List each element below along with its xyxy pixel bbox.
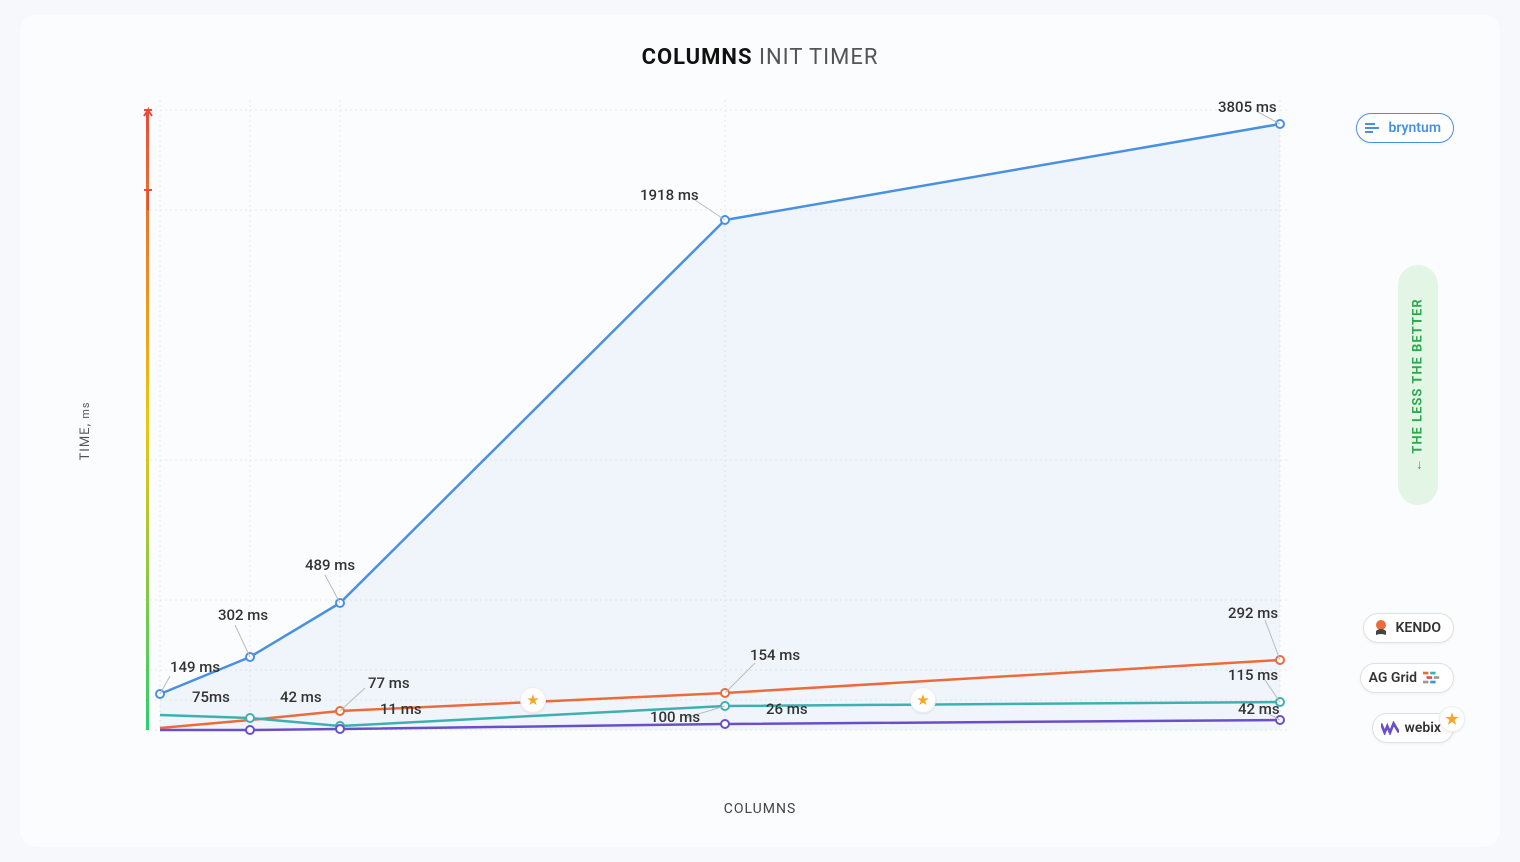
y-axis-label-main: TIME, — [78, 423, 93, 461]
xtick-10: 10 — [151, 737, 169, 740]
legend-label-aggrid: AG Grid — [1369, 670, 1417, 686]
star-icon: ★ — [910, 687, 936, 713]
xtick-50: 50 — [241, 737, 259, 740]
xtick-500: 500 — [712, 737, 739, 740]
title-rest: INIT TIMER — [759, 45, 878, 70]
webix-logo-icon — [1381, 719, 1399, 737]
chart-title: COLUMNS INIT TIMER — [20, 45, 1500, 70]
label-b50: 302 ms — [218, 606, 268, 624]
label-a11: 11 ms — [380, 700, 422, 718]
kendo-logo-icon — [1372, 619, 1390, 637]
legend-label-bryntum: bryntum — [1389, 120, 1442, 136]
legend-label-webix: webix — [1405, 720, 1441, 736]
legend-item-webix[interactable]: webix ★ — [1372, 713, 1454, 743]
label-b10: 149 ms — [170, 658, 220, 676]
label-a500: 100 ms — [650, 708, 700, 726]
chart-plot: 149 ms 302 ms 489 ms 1918 ms 3805 ms 77 … — [130, 100, 1310, 740]
xtick-1000: 1000 — [1262, 737, 1298, 740]
label-a50: 75ms — [192, 688, 230, 706]
label-b1000: 3805 ms — [1218, 100, 1277, 116]
y-axis-label-unit: ms — [79, 402, 92, 419]
label-k100: 77 ms — [368, 674, 410, 692]
x-axis-label: COLUMNS — [724, 801, 797, 817]
label-b500: 1918 ms — [640, 186, 699, 204]
legend: bryntum KENDO AG Grid webix ★ — [1334, 15, 1454, 847]
label-b100: 489 ms — [305, 556, 355, 574]
label-w500: 26 ms — [766, 700, 808, 718]
label-a1000: 115 ms — [1228, 666, 1278, 684]
star-icon: ★ — [1439, 706, 1465, 732]
legend-item-bryntum[interactable]: bryntum — [1356, 113, 1455, 143]
aggrid-logo-icon — [1423, 669, 1441, 687]
label-a100: 42 ms — [280, 688, 322, 706]
bryntum-area — [160, 124, 1280, 730]
xtick-100: 100 — [327, 737, 354, 740]
label-k1000: 292 ms — [1228, 604, 1278, 622]
x-ticks: 10 50 100 500 1000 — [151, 737, 1298, 740]
star-icon: ★ — [520, 687, 546, 713]
legend-item-aggrid[interactable]: AG Grid — [1360, 663, 1454, 693]
legend-label-kendo: KENDO — [1396, 620, 1441, 636]
title-bold: COLUMNS — [642, 45, 753, 70]
bryntum-logo-icon — [1365, 119, 1383, 137]
y-axis-label: TIME, ms — [78, 402, 93, 461]
label-k500: 154 ms — [750, 646, 800, 664]
label-w1000: 42 ms — [1238, 700, 1280, 718]
legend-item-kendo[interactable]: KENDO — [1363, 613, 1454, 643]
chart-card: COLUMNS INIT TIMER TIME, ms COLUMNS THE … — [20, 15, 1500, 847]
